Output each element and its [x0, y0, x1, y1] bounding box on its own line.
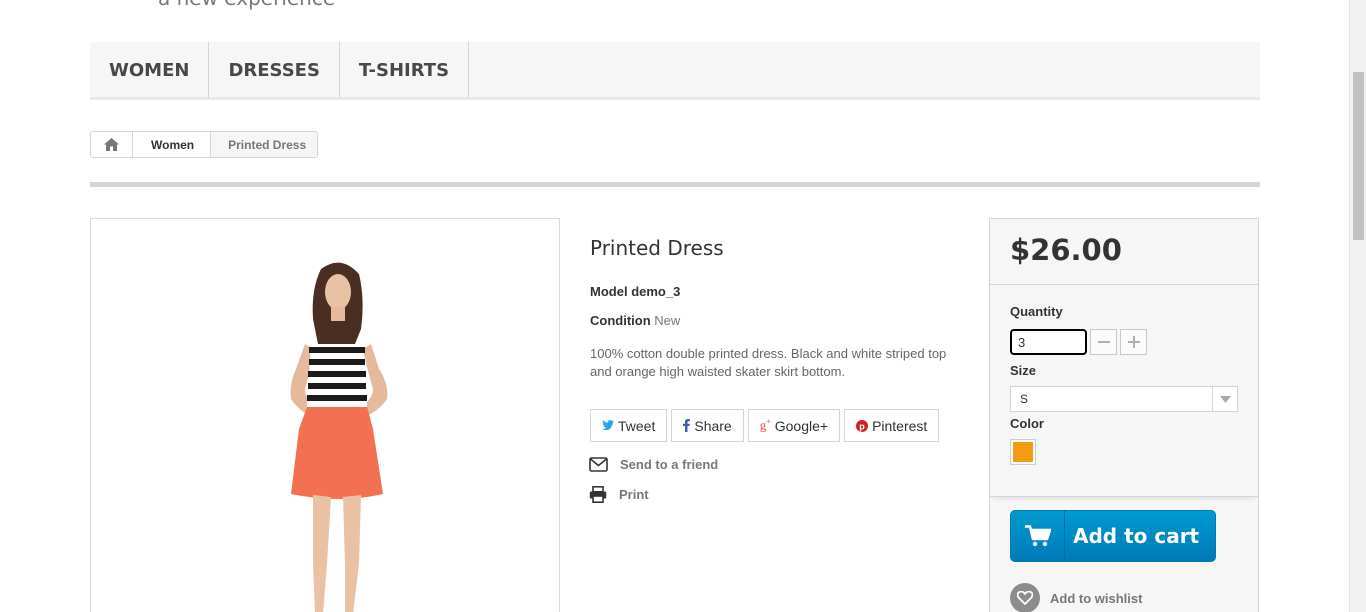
menu-item-dresses[interactable]: DRESSES — [209, 42, 340, 98]
price-area: $26.00 — [990, 219, 1258, 285]
quantity-increase-button[interactable] — [1120, 329, 1147, 355]
chevron-down-icon — [1212, 387, 1237, 411]
size-label: Size — [1010, 363, 1037, 378]
print-label: Print — [619, 487, 649, 502]
tweet-label: Tweet — [618, 417, 656, 434]
social-share: Tweet Share g+ Google+ p Pinterest — [590, 409, 940, 442]
top-menu: WOMEN DRESSES T-SHIRTS — [90, 42, 1260, 100]
google-plus-button[interactable]: g+ Google+ — [747, 409, 841, 442]
cart-icon — [1011, 511, 1065, 561]
scrollbar-thumb[interactable] — [1353, 72, 1364, 240]
heart-icon — [1010, 583, 1040, 612]
pinterest-icon: p — [856, 419, 869, 432]
share-label: Share — [694, 417, 732, 434]
add-to-cart-label: Add to cart — [1073, 524, 1200, 548]
product-image[interactable] — [90, 218, 560, 612]
facebook-icon — [683, 419, 691, 432]
size-select[interactable]: S — [1010, 386, 1238, 412]
home-icon — [104, 138, 119, 151]
quantity-decrease-button[interactable] — [1090, 329, 1117, 355]
breadcrumb-women[interactable]: Women — [133, 132, 212, 157]
menu-item-tshirts[interactable]: T-SHIRTS — [340, 42, 470, 98]
minus-icon — [1097, 341, 1110, 343]
printer-icon — [589, 486, 607, 503]
condition-label: Condition — [590, 313, 651, 328]
print-link[interactable]: Print — [589, 486, 649, 503]
product-price: $26.00 — [1010, 233, 1122, 267]
plus-icon — [1127, 336, 1140, 348]
model-value: demo_3 — [631, 284, 681, 299]
google-plus-label: Google+ — [774, 417, 829, 434]
swatch-fill — [1013, 442, 1033, 462]
send-to-friend-label: Send to a friend — [620, 457, 719, 472]
product-title: Printed Dress — [590, 236, 724, 260]
model-label: Model — [590, 284, 628, 299]
product-photo — [290, 262, 388, 612]
breadcrumb: Women Printed Dress — [90, 131, 319, 158]
svg-text:p: p — [859, 421, 865, 431]
color-swatch-orange[interactable] — [1010, 439, 1036, 465]
buy-box: $26.00 Quantity Size S Color Add to cart… — [989, 218, 1259, 612]
menu-item-women[interactable]: WOMEN — [90, 42, 210, 98]
pinterest-button[interactable]: p Pinterest — [844, 409, 940, 442]
color-label: Color — [1010, 416, 1044, 431]
facebook-share-button[interactable]: Share — [671, 409, 744, 442]
section-divider — [90, 182, 1260, 187]
envelope-icon — [589, 457, 608, 472]
add-to-wishlist-label: Add to wishlist — [1050, 590, 1143, 606]
size-value: S — [1020, 392, 1029, 406]
condition-value: New — [654, 313, 681, 328]
tweet-button[interactable]: Tweet — [590, 409, 668, 442]
breadcrumb-current: Printed Dress — [228, 137, 307, 152]
add-to-cart-button[interactable]: Add to cart — [1010, 510, 1216, 562]
shop-tagline: a new experience — [158, 0, 335, 10]
pinterest-label: Pinterest — [872, 417, 928, 434]
product-model: Model demo_3 — [590, 284, 680, 299]
product-description: 100% cotton double printed dress. Black … — [590, 346, 947, 379]
quantity-label: Quantity — [1010, 304, 1063, 319]
send-to-friend-link[interactable]: Send to a friend — [589, 457, 718, 472]
breadcrumb-home[interactable] — [91, 132, 133, 157]
twitter-icon — [602, 420, 614, 431]
page-scrollbar[interactable] — [1349, 0, 1366, 612]
product-condition: Condition New — [590, 313, 680, 328]
add-to-wishlist-link[interactable]: Add to wishlist — [1010, 583, 1142, 612]
google-plus-icon: g+ — [759, 417, 771, 433]
quantity-input[interactable] — [1010, 329, 1087, 355]
